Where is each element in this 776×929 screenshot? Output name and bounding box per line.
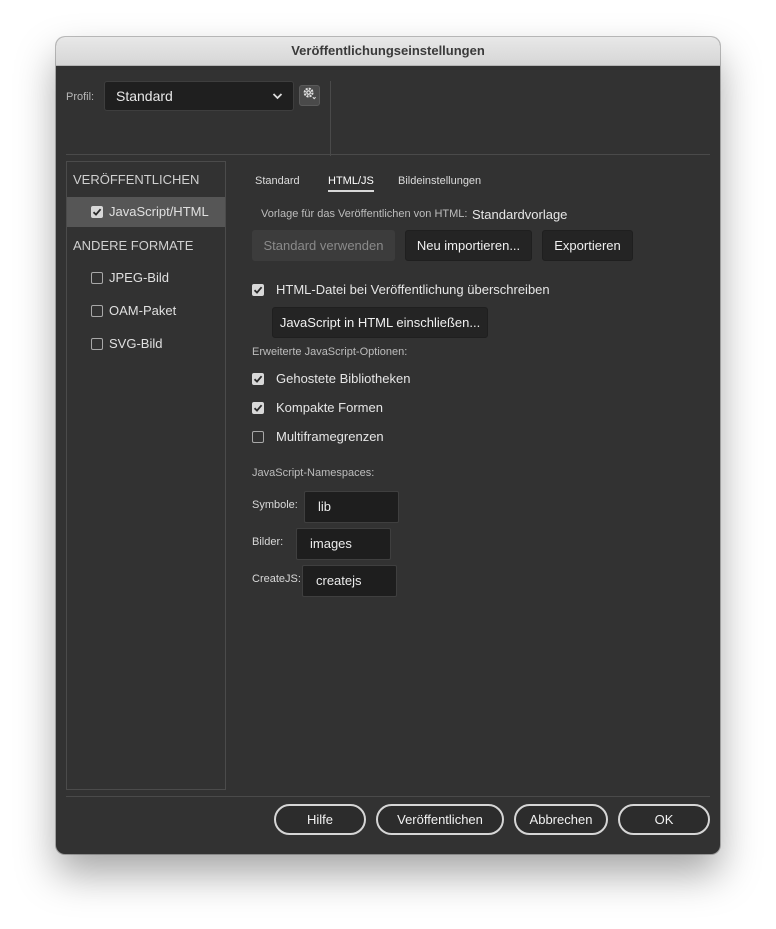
sidebar-heading-publish: VERÖFFENTLICHEN xyxy=(73,172,200,187)
multiframe-bounds-checkbox[interactable] xyxy=(252,431,264,443)
top-divider xyxy=(66,154,710,155)
images-namespace-input[interactable]: images xyxy=(296,528,391,560)
images-label: Bilder: xyxy=(252,536,284,548)
tab-html-js[interactable]: HTML/JS xyxy=(328,175,374,192)
oam-checkbox[interactable] xyxy=(91,305,103,317)
gear-icon xyxy=(302,86,317,106)
sidebar-item-label: OAM-Paket xyxy=(109,303,177,318)
include-js-button[interactable]: JavaScript in HTML einschließen... xyxy=(272,307,488,338)
sidebar-item-label: JPEG-Bild xyxy=(109,270,169,285)
sidebar-heading-other: ANDERE FORMATE xyxy=(73,238,194,253)
createjs-namespace-input[interactable]: createjs xyxy=(302,565,397,597)
reimport-button[interactable]: Neu importieren... xyxy=(405,230,532,261)
publish-settings-dialog: Veröffentlichungseinstellungen Profil: S… xyxy=(56,37,720,854)
profile-options-button[interactable] xyxy=(299,85,320,106)
cancel-button[interactable]: Abbrechen xyxy=(514,804,608,835)
chevron-down-icon xyxy=(272,82,283,120)
ok-button[interactable]: OK xyxy=(618,804,710,835)
template-value: Standardvorlage xyxy=(472,207,568,222)
sidebar-item-label: JavaScript/HTML xyxy=(109,204,209,219)
use-default-button[interactable]: Standard verwenden xyxy=(252,230,395,261)
help-button[interactable]: Hilfe xyxy=(274,804,366,835)
overwrite-html-label: HTML-Datei bei Veröffentlichung überschr… xyxy=(276,282,550,297)
overwrite-html-checkbox[interactable] xyxy=(252,284,264,296)
profile-value: Standard xyxy=(116,88,173,104)
tab-standard[interactable]: Standard xyxy=(255,175,300,187)
profile-select[interactable]: Standard xyxy=(104,81,294,111)
sidebar-item-oam[interactable]: OAM-Paket xyxy=(67,296,225,326)
namespaces-heading: JavaScript-Namespaces: xyxy=(252,467,375,479)
sidebar-item-jpeg[interactable]: JPEG-Bild xyxy=(67,263,225,293)
symbols-label: Symbole: xyxy=(252,499,298,511)
header-separator xyxy=(330,81,331,156)
footer-divider xyxy=(66,796,710,797)
hosted-libraries-checkbox[interactable] xyxy=(252,373,264,385)
sidebar-item-label: SVG-Bild xyxy=(109,336,163,351)
javascript-html-checkbox[interactable] xyxy=(91,206,103,218)
template-label: Vorlage für das Veröffentlichen von HTML… xyxy=(261,208,468,220)
publish-button[interactable]: Veröffentlichen xyxy=(376,804,504,835)
multiframe-bounds-label: Multiframegrenzen xyxy=(276,429,384,444)
symbols-namespace-input[interactable]: lib xyxy=(304,491,399,523)
profile-label: Profil: xyxy=(66,91,95,103)
createjs-label: CreateJS: xyxy=(252,573,301,585)
compact-shapes-label: Kompakte Formen xyxy=(276,400,383,415)
sidebar-item-javascript-html[interactable]: JavaScript/HTML xyxy=(67,197,225,227)
window-title: Veröffentlichungseinstellungen xyxy=(56,37,720,66)
export-button[interactable]: Exportieren xyxy=(542,230,633,261)
tab-image-settings[interactable]: Bildeinstellungen xyxy=(398,175,481,187)
jpeg-checkbox[interactable] xyxy=(91,272,103,284)
format-sidebar: VERÖFFENTLICHEN JavaScript/HTML ANDERE F… xyxy=(66,161,226,790)
compact-shapes-checkbox[interactable] xyxy=(252,402,264,414)
sidebar-item-svg[interactable]: SVG-Bild xyxy=(67,329,225,359)
advanced-options-heading: Erweiterte JavaScript-Optionen: xyxy=(252,346,408,358)
hosted-libraries-label: Gehostete Bibliotheken xyxy=(276,371,411,386)
svg-checkbox[interactable] xyxy=(91,338,103,350)
